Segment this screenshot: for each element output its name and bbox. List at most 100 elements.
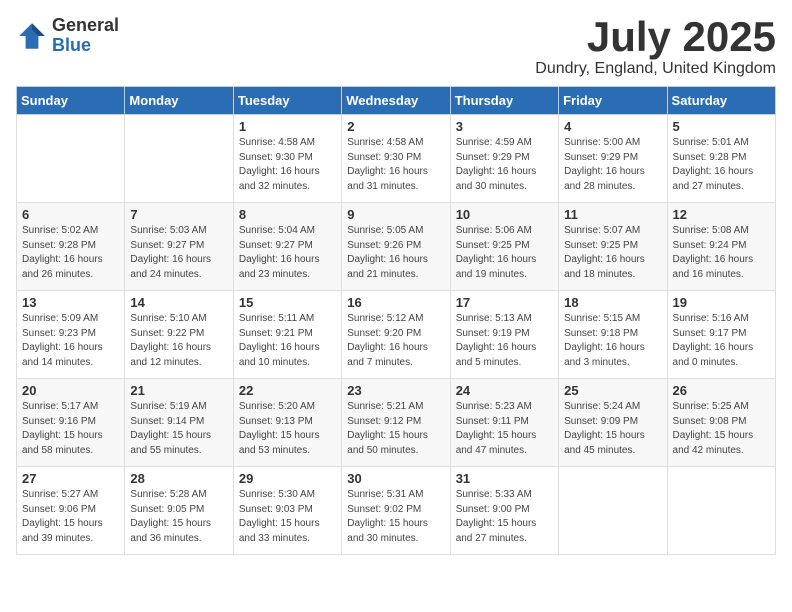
calendar-cell bbox=[17, 115, 125, 203]
calendar-cell: 27 Sunrise: 5:27 AM Sunset: 9:06 PM Dayli… bbox=[17, 467, 125, 555]
col-monday: Monday bbox=[125, 87, 233, 115]
day-info: Sunrise: 5:31 AM Sunset: 9:02 PM Dayligh… bbox=[347, 488, 444, 546]
day-number: 28 bbox=[130, 471, 227, 486]
day-info: Sunrise: 5:19 AM Sunset: 9:14 PM Dayligh… bbox=[130, 400, 227, 458]
col-saturday: Saturday bbox=[667, 87, 775, 115]
logo-icon bbox=[16, 20, 48, 52]
day-info: Sunrise: 5:30 AM Sunset: 9:03 PM Dayligh… bbox=[239, 488, 336, 546]
day-info: Sunrise: 5:07 AM Sunset: 9:25 PM Dayligh… bbox=[564, 224, 661, 282]
day-info: Sunrise: 5:09 AM Sunset: 9:23 PM Dayligh… bbox=[22, 312, 119, 370]
calendar-cell: 20 Sunrise: 5:17 AM Sunset: 9:16 PM Dayli… bbox=[17, 379, 125, 467]
day-number: 5 bbox=[673, 119, 770, 134]
calendar-cell: 23Sunrise: 5:21 AM Sunset: 9:12 PM Dayli… bbox=[342, 379, 450, 467]
col-tuesday: Tuesday bbox=[233, 87, 341, 115]
day-number: 6 bbox=[22, 207, 119, 222]
day-info: Sunrise: 4:58 AM Sunset: 9:30 PM Dayligh… bbox=[347, 136, 444, 194]
day-number: 17 bbox=[456, 295, 553, 310]
day-info: Sunrise: 5:10 AM Sunset: 9:22 PM Dayligh… bbox=[130, 312, 227, 370]
day-info: Sunrise: 5:24 AM Sunset: 9:09 PM Dayligh… bbox=[564, 400, 661, 458]
day-number: 31 bbox=[456, 471, 553, 486]
calendar-cell: 19Sunrise: 5:16 AM Sunset: 9:17 PM Dayli… bbox=[667, 291, 775, 379]
day-number: 4 bbox=[564, 119, 661, 134]
calendar-week-4: 20 Sunrise: 5:17 AM Sunset: 9:16 PM Dayli… bbox=[17, 379, 776, 467]
calendar-cell: 4Sunrise: 5:00 AM Sunset: 9:29 PM Daylig… bbox=[559, 115, 667, 203]
day-number: 18 bbox=[564, 295, 661, 310]
day-info: Sunrise: 5:02 AM Sunset: 9:28 PM Dayligh… bbox=[22, 224, 119, 282]
calendar-cell: 29 Sunrise: 5:30 AM Sunset: 9:03 PM Dayli… bbox=[233, 467, 341, 555]
calendar-cell bbox=[125, 115, 233, 203]
day-number: 7 bbox=[130, 207, 227, 222]
col-wednesday: Wednesday bbox=[342, 87, 450, 115]
day-info: Sunrise: 5:15 AM Sunset: 9:18 PM Dayligh… bbox=[564, 312, 661, 370]
day-info: Sunrise: 5:33 AM Sunset: 9:00 PM Dayligh… bbox=[456, 488, 553, 546]
calendar-cell: 17Sunrise: 5:13 AM Sunset: 9:19 PM Dayli… bbox=[450, 291, 558, 379]
calendar-cell: 24 Sunrise: 5:23 AM Sunset: 9:11 PM Dayli… bbox=[450, 379, 558, 467]
logo-text: General Blue bbox=[52, 16, 119, 56]
title-area: July 2025 Dundry, England, United Kingdo… bbox=[535, 16, 776, 78]
calendar-table: Sunday Monday Tuesday Wednesday Thursday… bbox=[16, 86, 776, 555]
day-info: Sunrise: 5:27 AM Sunset: 9:06 PM Dayligh… bbox=[22, 488, 119, 546]
calendar-cell: 7 Sunrise: 5:03 AM Sunset: 9:27 PM Daylig… bbox=[125, 203, 233, 291]
col-thursday: Thursday bbox=[450, 87, 558, 115]
calendar-cell: 21 Sunrise: 5:19 AM Sunset: 9:14 PM Dayli… bbox=[125, 379, 233, 467]
calendar-cell: 6 Sunrise: 5:02 AM Sunset: 9:28 PM Daylig… bbox=[17, 203, 125, 291]
day-info: Sunrise: 5:06 AM Sunset: 9:25 PM Dayligh… bbox=[456, 224, 553, 282]
day-info: Sunrise: 5:17 AM Sunset: 9:16 PM Dayligh… bbox=[22, 400, 119, 458]
calendar-week-3: 13 Sunrise: 5:09 AM Sunset: 9:23 PM Dayli… bbox=[17, 291, 776, 379]
day-info: Sunrise: 5:16 AM Sunset: 9:17 PM Dayligh… bbox=[673, 312, 770, 370]
day-number: 2 bbox=[347, 119, 444, 134]
calendar-cell: 11 Sunrise: 5:07 AM Sunset: 9:25 PM Dayli… bbox=[559, 203, 667, 291]
calendar-week-5: 27 Sunrise: 5:27 AM Sunset: 9:06 PM Dayli… bbox=[17, 467, 776, 555]
calendar-week-2: 6 Sunrise: 5:02 AM Sunset: 9:28 PM Daylig… bbox=[17, 203, 776, 291]
calendar-header: Sunday Monday Tuesday Wednesday Thursday… bbox=[17, 87, 776, 115]
calendar-cell: 28Sunrise: 5:28 AM Sunset: 9:05 PM Dayli… bbox=[125, 467, 233, 555]
calendar-cell: 1Sunrise: 4:58 AM Sunset: 9:30 PM Daylig… bbox=[233, 115, 341, 203]
col-sunday: Sunday bbox=[17, 87, 125, 115]
day-number: 29 bbox=[239, 471, 336, 486]
day-number: 22 bbox=[239, 383, 336, 398]
calendar-cell: 26Sunrise: 5:25 AM Sunset: 9:08 PM Dayli… bbox=[667, 379, 775, 467]
header: General Blue July 2025 Dundry, England, … bbox=[16, 16, 776, 78]
day-number: 20 bbox=[22, 383, 119, 398]
day-info: Sunrise: 4:59 AM Sunset: 9:29 PM Dayligh… bbox=[456, 136, 553, 194]
header-row: Sunday Monday Tuesday Wednesday Thursday… bbox=[17, 87, 776, 115]
day-number: 8 bbox=[239, 207, 336, 222]
calendar-cell: 2 Sunrise: 4:58 AM Sunset: 9:30 PM Daylig… bbox=[342, 115, 450, 203]
calendar-cell: 3 Sunrise: 4:59 AM Sunset: 9:29 PM Daylig… bbox=[450, 115, 558, 203]
location-subtitle: Dundry, England, United Kingdom bbox=[535, 60, 776, 78]
day-number: 11 bbox=[564, 207, 661, 222]
calendar-cell: 5Sunrise: 5:01 AM Sunset: 9:28 PM Daylig… bbox=[667, 115, 775, 203]
day-info: Sunrise: 5:12 AM Sunset: 9:20 PM Dayligh… bbox=[347, 312, 444, 370]
calendar-cell bbox=[667, 467, 775, 555]
day-info: Sunrise: 5:03 AM Sunset: 9:27 PM Dayligh… bbox=[130, 224, 227, 282]
day-number: 1 bbox=[239, 119, 336, 134]
day-number: 21 bbox=[130, 383, 227, 398]
col-friday: Friday bbox=[559, 87, 667, 115]
day-number: 15 bbox=[239, 295, 336, 310]
calendar-cell: 25Sunrise: 5:24 AM Sunset: 9:09 PM Dayli… bbox=[559, 379, 667, 467]
day-number: 12 bbox=[673, 207, 770, 222]
calendar-cell: 16 Sunrise: 5:12 AM Sunset: 9:20 PM Dayli… bbox=[342, 291, 450, 379]
logo-general-text: General bbox=[52, 16, 119, 36]
calendar-cell: 9Sunrise: 5:05 AM Sunset: 9:26 PM Daylig… bbox=[342, 203, 450, 291]
day-info: Sunrise: 5:21 AM Sunset: 9:12 PM Dayligh… bbox=[347, 400, 444, 458]
day-number: 14 bbox=[130, 295, 227, 310]
day-number: 3 bbox=[456, 119, 553, 134]
day-number: 24 bbox=[456, 383, 553, 398]
day-number: 16 bbox=[347, 295, 444, 310]
calendar-body: 1 Sunrise: 4:58 AM Sunset: 9:30 PM Daylig… bbox=[17, 115, 776, 555]
calendar-cell: 15Sunrise: 5:11 AM Sunset: 9:21 PM Dayli… bbox=[233, 291, 341, 379]
day-number: 13 bbox=[22, 295, 119, 310]
day-info: Sunrise: 5:23 AM Sunset: 9:11 PM Dayligh… bbox=[456, 400, 553, 458]
day-number: 10 bbox=[456, 207, 553, 222]
calendar-cell: 8 Sunrise: 5:04 AM Sunset: 9:27 PM Daylig… bbox=[233, 203, 341, 291]
month-title: July 2025 bbox=[535, 16, 776, 58]
day-info: Sunrise: 5:04 AM Sunset: 9:27 PM Dayligh… bbox=[239, 224, 336, 282]
day-info: Sunrise: 5:05 AM Sunset: 9:26 PM Dayligh… bbox=[347, 224, 444, 282]
calendar-cell: 13 Sunrise: 5:09 AM Sunset: 9:23 PM Dayli… bbox=[17, 291, 125, 379]
calendar-cell: 12Sunrise: 5:08 AM Sunset: 9:24 PM Dayli… bbox=[667, 203, 775, 291]
page-container: General Blue July 2025 Dundry, England, … bbox=[16, 16, 776, 555]
calendar-week-1: 1 Sunrise: 4:58 AM Sunset: 9:30 PM Daylig… bbox=[17, 115, 776, 203]
day-number: 27 bbox=[22, 471, 119, 486]
logo-blue-text: Blue bbox=[52, 36, 119, 56]
